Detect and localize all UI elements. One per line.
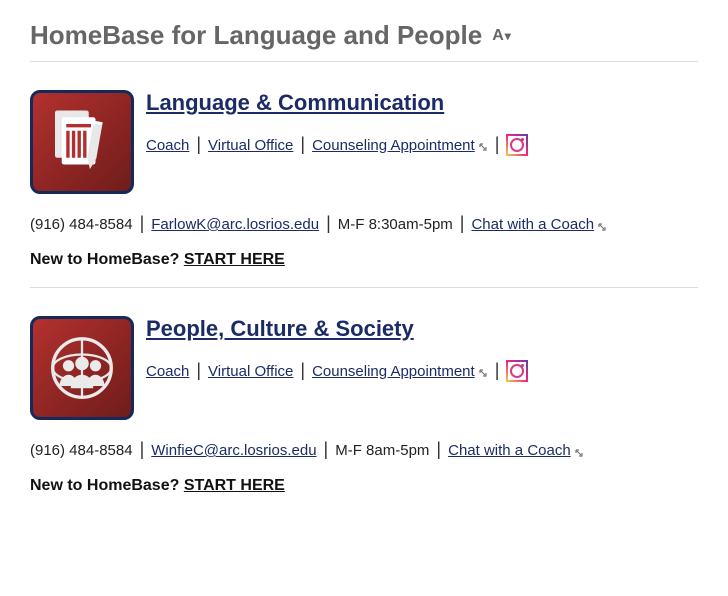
new-to-homebase: New to HomeBase? START HERE: [30, 251, 698, 269]
separator: |: [196, 134, 201, 155]
external-link-icon: [597, 219, 607, 229]
link-row: Coach | Virtual Office | Counseling Appo…: [146, 134, 528, 156]
start-here-link[interactable]: START HERE: [184, 251, 285, 268]
separator: |: [196, 360, 201, 381]
separator: |: [436, 439, 441, 460]
homebase-card-people-culture-society: People, Culture & Society Coach | Virtua…: [30, 316, 698, 495]
virtual-office-link[interactable]: Virtual Office: [208, 363, 293, 380]
separator: |: [460, 213, 465, 234]
new-prefix: New to HomeBase?: [30, 477, 184, 494]
separator: |: [300, 134, 305, 155]
detail-row: (916) 484-8584 | FarlowK@arc.losrios.edu…: [30, 214, 698, 235]
chat-link[interactable]: Chat with a Coach: [471, 216, 594, 233]
instagram-icon[interactable]: [506, 360, 528, 382]
card-title-link[interactable]: Language & Communication: [146, 90, 528, 116]
reduce-font-a: A: [492, 27, 504, 45]
people-icon: [30, 316, 134, 420]
separator: |: [495, 360, 500, 381]
hours-text: M-F 8:30am-5pm: [338, 216, 453, 233]
reduce-font-button[interactable]: A ▾: [492, 27, 511, 45]
external-link-icon: [478, 139, 488, 149]
chat-link[interactable]: Chat with a Coach: [448, 442, 571, 459]
link-row: Coach | Virtual Office | Counseling Appo…: [146, 360, 528, 382]
card-title-link[interactable]: People, Culture & Society: [146, 316, 528, 342]
start-here-link[interactable]: START HERE: [184, 477, 285, 494]
external-link-icon: [574, 445, 584, 455]
new-prefix: New to HomeBase?: [30, 251, 184, 268]
detail-row: (916) 484-8584 | WinfieC@arc.losrios.edu…: [30, 440, 698, 461]
email-link[interactable]: FarlowK@arc.losrios.edu: [151, 216, 319, 233]
document-icon: [30, 90, 134, 194]
coach-link[interactable]: Coach: [146, 137, 189, 154]
instagram-icon[interactable]: [506, 134, 528, 156]
virtual-office-link[interactable]: Virtual Office: [208, 137, 293, 154]
divider: [30, 61, 698, 62]
hours-text: M-F 8am-5pm: [335, 442, 429, 459]
separator: |: [300, 360, 305, 381]
phone-text: (916) 484-8584: [30, 442, 133, 459]
email-link[interactable]: WinfieC@arc.losrios.edu: [151, 442, 316, 459]
chevron-down-icon: ▾: [505, 29, 511, 43]
counseling-link[interactable]: Counseling Appointment: [312, 363, 475, 380]
separator: |: [140, 439, 145, 460]
homebase-card-language-communication: Language & Communication Coach | Virtual…: [30, 90, 698, 269]
separator: |: [140, 213, 145, 234]
page-title: HomeBase for Language and People: [30, 20, 482, 51]
external-link-icon: [478, 365, 488, 375]
separator: |: [324, 439, 329, 460]
separator: |: [495, 134, 500, 155]
divider: [30, 287, 698, 288]
phone-text: (916) 484-8584: [30, 216, 133, 233]
separator: |: [326, 213, 331, 234]
new-to-homebase: New to HomeBase? START HERE: [30, 477, 698, 495]
coach-link[interactable]: Coach: [146, 363, 189, 380]
counseling-link[interactable]: Counseling Appointment: [312, 137, 475, 154]
